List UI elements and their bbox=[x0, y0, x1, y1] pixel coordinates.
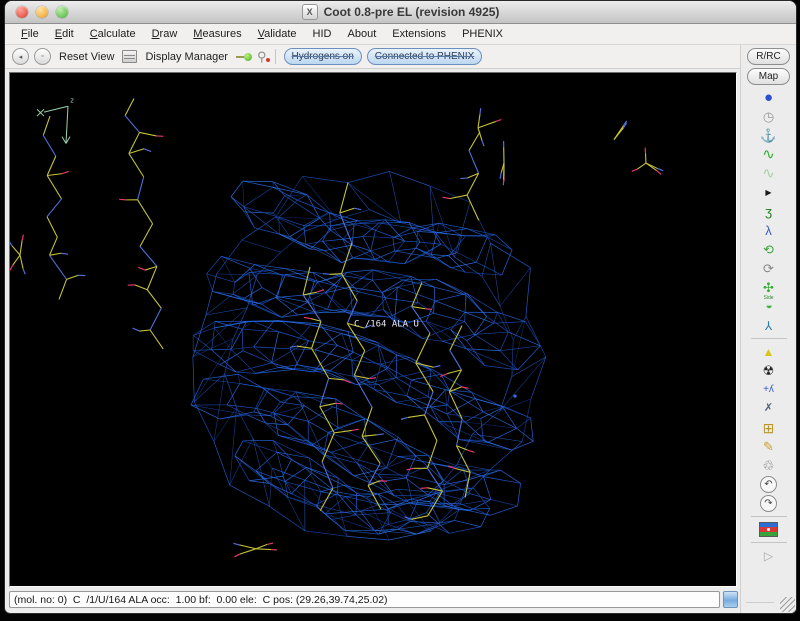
brush-icon[interactable]: ✎ bbox=[741, 437, 796, 456]
left-column: ◂ ▫ Reset View Display Manager ⚲ Hydroge… bbox=[5, 45, 740, 613]
right-panel-separator bbox=[751, 516, 787, 517]
molecular-viewport-canvas[interactable]: z C /164 ALA U bbox=[10, 73, 736, 586]
coot-window: X Coot 0.8-pre EL (revision 4925) FileEd… bbox=[4, 0, 797, 614]
pointer-atom-icon[interactable]: ⊞ bbox=[741, 418, 796, 437]
x11-app-icon: X bbox=[302, 4, 318, 20]
auto-fit-rotamer-icon[interactable]: ⟲ bbox=[741, 240, 796, 259]
redo-icon[interactable]: ↷ bbox=[741, 494, 796, 513]
menu-phenix[interactable]: PHENIX bbox=[454, 26, 511, 42]
zoom-button[interactable] bbox=[56, 6, 68, 18]
reset-view-button[interactable]: Reset View bbox=[56, 50, 117, 64]
gl-canvas-frame: z C /164 ALA U bbox=[9, 72, 737, 587]
right-panel-separator bbox=[751, 542, 787, 543]
menu-file[interactable]: File bbox=[13, 26, 47, 42]
detach-toolbar-button[interactable]: ▫ bbox=[34, 48, 51, 65]
display-manager-icon bbox=[122, 50, 137, 63]
window-controls bbox=[16, 6, 68, 18]
phenix-connection-button[interactable]: Connected to PHENIX bbox=[367, 48, 483, 65]
undo-icon[interactable]: ↶ bbox=[741, 475, 796, 494]
main-content: ◂ ▫ Reset View Display Manager ⚲ Hydroge… bbox=[5, 45, 796, 613]
collapse-toolbar-button[interactable]: ◂ bbox=[12, 48, 29, 65]
status-row: (mol. no: 0) C /1/U/164 ALA occ: 1.00 bf… bbox=[5, 589, 740, 613]
toolbar: ◂ ▫ Reset View Display Manager ⚲ Hydroge… bbox=[5, 45, 740, 69]
add-alt-conf-icon[interactable]: +ʎ bbox=[741, 380, 796, 399]
menu-edit[interactable]: Edit bbox=[47, 26, 82, 42]
delete-item-icon[interactable]: ♲ bbox=[741, 456, 796, 475]
menubar: FileEditCalculateDrawMeasuresValidateHID… bbox=[5, 24, 796, 45]
add-terminal-residue-icon[interactable]: ▲ bbox=[741, 342, 796, 361]
hydrogens-toggle-button[interactable]: Hydrogens on bbox=[284, 48, 362, 65]
status-bar: (mol. no: 0) C /1/U/164 ALA occ: 1.00 bf… bbox=[9, 591, 720, 608]
more-tools-icon[interactable]: ▷ bbox=[741, 546, 796, 565]
menu-measures[interactable]: Measures bbox=[185, 26, 249, 42]
menu-calculate[interactable]: Calculate bbox=[82, 26, 144, 42]
side-icon-label: Side bbox=[763, 296, 773, 301]
right-panel-separator bbox=[751, 338, 787, 339]
menu-draw[interactable]: Draw bbox=[144, 26, 186, 42]
resize-grip[interactable] bbox=[780, 597, 795, 612]
menu-about[interactable]: About bbox=[340, 26, 385, 42]
refinement-flag-icon[interactable] bbox=[741, 520, 796, 539]
menu-validate[interactable]: Validate bbox=[250, 26, 305, 42]
delete-atom-icon[interactable]: ✗ bbox=[741, 399, 796, 418]
map-sphere-icon[interactable]: ● bbox=[741, 88, 796, 107]
real-space-refine-icon[interactable]: ∿ bbox=[741, 145, 796, 164]
map-mode-button[interactable]: Map bbox=[747, 68, 790, 85]
regularize-zone-icon[interactable]: ∿ bbox=[741, 164, 796, 183]
rotamer-icon[interactable]: ⟳ bbox=[741, 259, 796, 278]
toolbar-separator bbox=[275, 49, 276, 64]
anchor-icon[interactable]: ⚓ bbox=[741, 126, 796, 145]
menu-extensions[interactable]: Extensions bbox=[384, 26, 454, 42]
panel-bottom-line bbox=[746, 602, 774, 603]
flag-icon bbox=[759, 522, 778, 537]
right-icon-list: ●◷⚓∿∿▶ʒλ⟲⟳✣Side◖⅄▲☢+ʎ✗⊞✎♲↶↷▷ bbox=[741, 88, 796, 565]
flip-peptide-icon[interactable]: ⅄ bbox=[741, 316, 796, 335]
right-toolbar-panel: R/RC Map ●◷⚓∿∿▶ʒλ⟲⟳✣Side◖⅄▲☢+ʎ✗⊞✎♲↶↷▷ bbox=[740, 45, 796, 613]
mutate-residue-icon[interactable]: ☢ bbox=[741, 361, 796, 380]
menu-hid[interactable]: HID bbox=[305, 26, 340, 42]
titlebar[interactable]: X Coot 0.8-pre EL (revision 4925) bbox=[5, 1, 796, 24]
atom-label: C /164 ALA U bbox=[354, 320, 419, 330]
minimize-button[interactable] bbox=[36, 6, 48, 18]
rrc-mode-button[interactable]: R/RC bbox=[747, 48, 790, 65]
rigid-body-fit-icon[interactable]: ʒ bbox=[741, 202, 796, 221]
window-title: Coot 0.8-pre EL (revision 4925) bbox=[324, 5, 500, 19]
horizontal-scroll-thumb[interactable] bbox=[723, 591, 738, 608]
display-manager-button[interactable]: Display Manager bbox=[142, 50, 231, 64]
key-bindings-icon[interactable] bbox=[236, 53, 252, 61]
side-chain-180-icon[interactable]: Side◖ bbox=[741, 297, 796, 316]
expander-arrow-icon[interactable]: ▶ bbox=[741, 183, 796, 202]
atom-person-icon[interactable]: ⚲ bbox=[257, 50, 267, 63]
close-button[interactable] bbox=[16, 6, 28, 18]
window-title-group: X Coot 0.8-pre EL (revision 4925) bbox=[302, 4, 500, 20]
rotate-translate-icon[interactable]: λ bbox=[741, 221, 796, 240]
svg-text:z: z bbox=[70, 96, 74, 104]
clock-icon[interactable]: ◷ bbox=[741, 107, 796, 126]
